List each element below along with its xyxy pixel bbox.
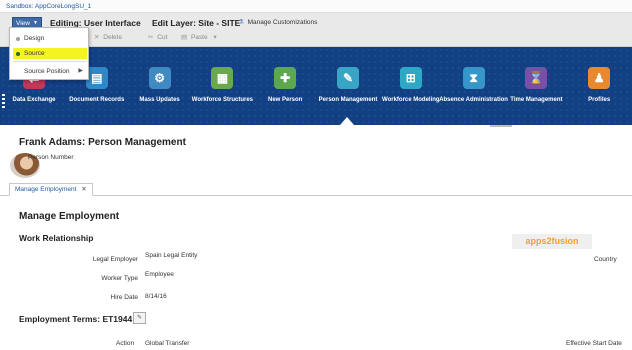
tab-manage-employment[interactable]: Manage Employment ✕ bbox=[9, 183, 93, 196]
worker-type-value: Employee bbox=[145, 271, 174, 278]
menu-item-source-label: Source bbox=[24, 50, 45, 57]
manage-customizations-label: Manage Customizations bbox=[247, 19, 318, 26]
delete-button[interactable]: ✕ Delete bbox=[94, 31, 122, 45]
sandbox-name[interactable]: Sandbox: AppCoreLongSU_1 bbox=[6, 3, 91, 10]
edit-layer-label: Edit Layer: Site - SITE bbox=[152, 18, 241, 28]
radio-dot-icon bbox=[16, 51, 20, 56]
tab-bar: Manage Employment ✕ bbox=[0, 183, 632, 196]
menu-item-source-position[interactable]: Source Position ▶ bbox=[13, 66, 87, 77]
chevron-down-icon: ▾ bbox=[213, 34, 217, 41]
scroll-handle[interactable] bbox=[490, 125, 512, 127]
active-nav-indicator bbox=[340, 117, 354, 125]
action-label: Action bbox=[116, 340, 135, 347]
worker-type-label: Worker Type bbox=[101, 275, 138, 282]
country-label: Country bbox=[594, 256, 617, 263]
nav-item-label: Profiles bbox=[588, 97, 611, 103]
menu-item-source-position-label: Source Position bbox=[24, 68, 70, 75]
workforce-modeling-icon: ⊞ bbox=[399, 67, 422, 89]
cut-label: Cut bbox=[157, 34, 168, 41]
customize-icon: ⚗ bbox=[238, 19, 244, 26]
mass-updates-icon: ⚙ bbox=[148, 67, 171, 89]
customization-toolbar: View ▼ Editing: User Interface Edit Laye… bbox=[0, 13, 632, 47]
action-value: Global Transfer bbox=[145, 340, 190, 347]
person-management-icon: ✎ bbox=[337, 67, 359, 89]
tab-label: Manage Employment bbox=[15, 186, 77, 193]
document-records-icon: ▤ bbox=[85, 67, 108, 89]
manage-customizations-link[interactable]: ⚗ Manage Customizations bbox=[238, 16, 317, 30]
new-person-icon: ✚ bbox=[274, 67, 297, 89]
legal-employer-label: Legal Employer bbox=[92, 256, 138, 263]
edit-terms-icon[interactable]: ✎ bbox=[133, 312, 146, 324]
main-content: Frank Adams: Person Management Person Nu… bbox=[0, 125, 632, 350]
time-management-icon: ⌛ bbox=[525, 67, 548, 89]
menu-item-design-label: Design bbox=[24, 35, 45, 42]
navigator-band: ⇄Data Exchange▤Document Records⚙Mass Upd… bbox=[0, 47, 632, 125]
close-icon[interactable]: ✕ bbox=[81, 186, 86, 193]
legal-employer-value: Spain Legal Entity bbox=[145, 252, 198, 259]
paste-label: Paste bbox=[190, 34, 208, 41]
work-relationship-heading: Work Relationship bbox=[19, 233, 94, 243]
nav-item-profiles[interactable]: ♟ Profiles bbox=[562, 67, 632, 104]
person-number-label: Person Number bbox=[28, 154, 74, 161]
workforce-structures-icon: ▦ bbox=[211, 67, 234, 89]
section-title: Manage Employment bbox=[19, 211, 120, 222]
profiles-icon: ♟ bbox=[588, 67, 611, 89]
employment-terms-heading: Employment Terms: ET1944 bbox=[19, 314, 133, 324]
view-button-label: View bbox=[16, 20, 30, 27]
page-title: Frank Adams: Person Management bbox=[19, 137, 186, 148]
scissors-icon: ✂ bbox=[148, 34, 154, 41]
delete-label: Delete bbox=[103, 34, 123, 41]
menu-item-design[interactable]: Design bbox=[13, 33, 87, 44]
chevron-right-icon: ▶ bbox=[78, 68, 83, 74]
hire-date-label: Hire Date bbox=[110, 294, 138, 301]
menu-item-source[interactable]: Source bbox=[13, 48, 87, 59]
cut-button[interactable]: ✂ Cut bbox=[148, 31, 167, 45]
view-dropdown-menu: Design Source Source Position ▶ bbox=[9, 27, 89, 80]
sandbox-bar: Sandbox: AppCoreLongSU_1 bbox=[0, 0, 632, 13]
effective-start-label: Effective Start Date bbox=[566, 340, 622, 347]
paste-button[interactable]: ▤ Paste ▾ bbox=[181, 31, 219, 45]
watermark-logo: apps2fusion bbox=[512, 234, 592, 249]
hire-date-value: 8/14/16 bbox=[145, 293, 167, 300]
radio-dot-icon bbox=[16, 36, 20, 41]
delete-icon: ✕ bbox=[94, 34, 100, 41]
clipboard-icon: ▤ bbox=[181, 34, 188, 41]
absence-administration-icon: ⧗ bbox=[462, 67, 485, 89]
menu-divider bbox=[13, 61, 87, 62]
